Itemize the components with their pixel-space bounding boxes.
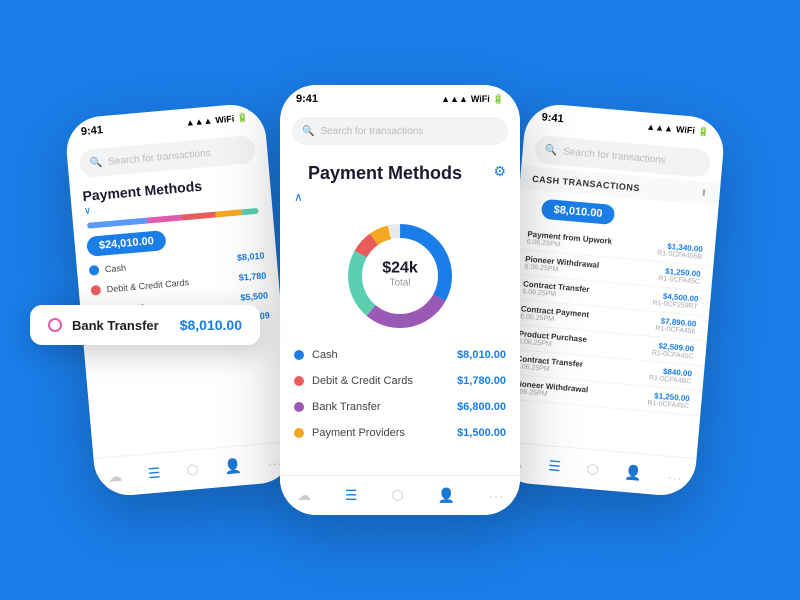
share-icon-right[interactable]: ⬆ (700, 187, 708, 199)
amount-cash-left: $8,010 (237, 250, 265, 262)
list-item[interactable]: Bank Transfer $6,800.00 (280, 394, 520, 420)
time-left: 9:41 (80, 124, 103, 138)
title-center: Payment Methods (294, 155, 476, 188)
tx-amounts-6: $840.00 R1-0CFA4BC (649, 366, 693, 386)
dot-providers-center (294, 428, 304, 438)
donut-chart: $24k Total (280, 206, 520, 342)
label-bank-center: Bank Transfer (312, 401, 449, 413)
nav-more-right[interactable]: ··· (667, 468, 682, 485)
phone-right: 9:41 ▲▲▲ WiFi 🔋 🔍 Search for transaction… (494, 102, 726, 498)
amount-debit-center: $1,780.00 (457, 375, 506, 387)
status-icons-right: ▲▲▲ WiFi 🔋 (646, 121, 710, 137)
bottom-nav-right: ☁ ☰ ⬡ 👤 ··· (494, 441, 697, 498)
tx-amounts-5: $2,509.00 R1-0CFA45C (652, 341, 695, 361)
chevron-center: ∧ (280, 190, 520, 206)
nav-list-center[interactable]: ☰ (345, 487, 358, 504)
bottom-nav-center: ☁ ☰ ⬡ 👤 ··· (280, 475, 520, 515)
nav-hex-center[interactable]: ⬡ (391, 487, 403, 504)
time-right: 9:41 (541, 111, 564, 125)
phone-center: 9:41 ▲▲▲ WiFi 🔋 🔍 Search for transaction… (280, 85, 520, 515)
status-icons-left: ▲▲▲ WiFi 🔋 (185, 112, 249, 128)
nav-user-right[interactable]: 👤 (624, 464, 643, 482)
nav-more-center[interactable]: ··· (489, 488, 503, 504)
cash-title: CASH TRANSACTIONS (532, 173, 640, 192)
label-debit-center: Debit & Credit Cards (312, 375, 449, 387)
tx-amounts-3: $4,500.00 R1-0CF259RT (652, 291, 699, 311)
tx-amounts-7: $1,250.00 R1-0CFA45C (647, 391, 690, 411)
tx-amounts-2: $1,250.00 R1-0CFA45C (658, 266, 701, 286)
amount-bank-float: $8,010.00 (180, 317, 242, 333)
floating-card-bank-transfer[interactable]: Bank Transfer $8,010.00 (30, 305, 260, 345)
status-icons-center: ▲▲▲ WiFi 🔋 (441, 94, 504, 105)
search-placeholder-right: Search for transactions (563, 146, 666, 166)
amount-coupons-left: $5,500 (240, 290, 268, 302)
title-row-center: Payment Methods ⚙ (280, 149, 520, 190)
tx-amounts-1: $1,340.00 R1-0CFA456B (657, 241, 703, 261)
search-icon-center: 🔍 (302, 126, 314, 137)
dot-cash-left (89, 265, 100, 276)
nav-cloud-left[interactable]: ☁ (107, 468, 122, 486)
tx-amounts-4: $7,890.00 R1-0CFA456 (655, 316, 697, 335)
filter-icon-center[interactable]: ⚙ (493, 163, 506, 180)
nav-list-left[interactable]: ☰ (147, 464, 161, 482)
status-bar-center: 9:41 ▲▲▲ WiFi 🔋 (280, 85, 520, 113)
nav-user-center[interactable]: 👤 (438, 487, 455, 504)
donut-center: $24k Total (382, 260, 418, 289)
list-item[interactable]: Cash $8,010.00 (280, 342, 520, 368)
phone-left: 9:41 ▲▲▲ WiFi 🔋 🔍 Search for transaction… (64, 102, 296, 498)
nav-user-left[interactable]: 👤 (224, 457, 243, 475)
search-icon-right: 🔍 (544, 144, 557, 156)
label-cash-center: Cash (312, 349, 449, 361)
balance-chip-left: $24,010.00 (86, 230, 167, 257)
dot-bank-float (48, 318, 62, 332)
nav-cloud-center[interactable]: ☁ (297, 487, 311, 504)
label-providers-center: Payment Providers (312, 427, 449, 439)
nav-hex-left[interactable]: ⬡ (186, 461, 200, 479)
time-center: 9:41 (296, 93, 318, 105)
nav-hex-right[interactable]: ⬡ (586, 461, 600, 479)
search-placeholder-center: Search for transactions (320, 126, 423, 137)
balance-chip-right: $8,010.00 (541, 199, 615, 225)
dot-debit-left (90, 285, 101, 296)
list-item[interactable]: Payment Providers $1,500.00 (280, 420, 520, 446)
dot-bank-center (294, 402, 304, 412)
donut-amount: $24k (382, 260, 418, 278)
amount-cash-center: $8,010.00 (457, 349, 506, 361)
search-bar-center[interactable]: 🔍 Search for transactions (292, 117, 508, 145)
search-placeholder-left: Search for transactions (108, 147, 211, 167)
amount-bank-center: $6,800.00 (457, 401, 506, 413)
dot-debit-center (294, 376, 304, 386)
nav-list-right[interactable]: ☰ (548, 457, 562, 475)
donut-label: Total (382, 278, 418, 289)
bottom-nav-left: ☁ ☰ ⬡ 👤 ··· (93, 441, 296, 498)
dot-cash-center (294, 350, 304, 360)
search-icon-left: 🔍 (89, 157, 102, 169)
list-item[interactable]: Debit & Credit Cards $1,780.00 (280, 368, 520, 394)
amount-providers-center: $1,500.00 (457, 427, 506, 439)
label-bank-float: Bank Transfer (72, 318, 170, 333)
amount-debit-left: $1,780 (238, 270, 266, 282)
